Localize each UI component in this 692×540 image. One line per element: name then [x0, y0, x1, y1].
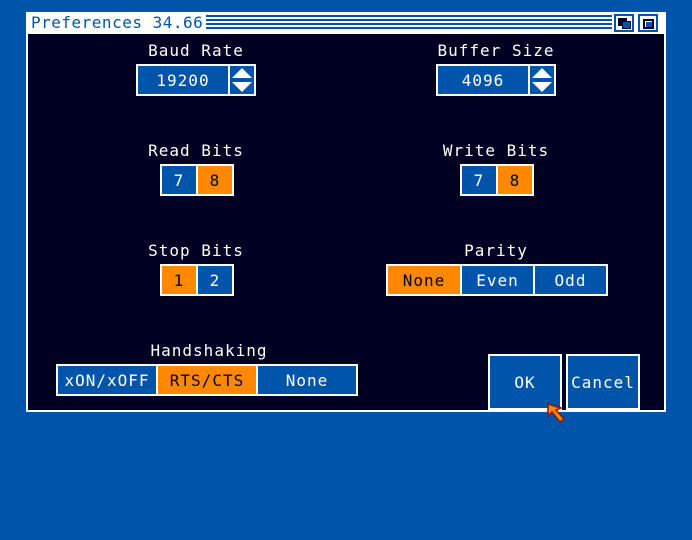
buffer-size-label: Buffer Size — [437, 41, 555, 60]
cancel-button[interactable]: Cancel — [566, 354, 640, 410]
baud-rate-value: 19200 — [156, 70, 210, 90]
handshaking-option-none[interactable]: None — [258, 366, 356, 394]
baud-rate-spinner[interactable] — [230, 64, 256, 96]
buffer-size-field[interactable]: 4096 — [436, 64, 530, 96]
handshaking-option-xon-xoff[interactable]: xON/xOFF — [58, 366, 156, 394]
window-title: Preferences 34.66 — [28, 14, 207, 32]
parity-label: Parity — [464, 241, 528, 260]
up-down-arrows-icon — [532, 68, 552, 92]
stop-bits-selector: 1 2 — [160, 264, 234, 296]
parity-option-none[interactable]: None — [388, 266, 460, 294]
handshaking-selector: xON/xOFF RTS/CTS None — [56, 364, 358, 396]
parity-option-even[interactable]: Even — [462, 266, 533, 294]
stop-bits-label: Stop Bits — [148, 241, 244, 260]
parity-option-odd[interactable]: Odd — [535, 266, 606, 294]
depth-gadget-icon[interactable] — [614, 14, 634, 32]
title-bar-drag-area[interactable] — [200, 15, 612, 31]
stop-bits-option-2[interactable]: 2 — [198, 266, 232, 294]
read-bits-option-7[interactable]: 7 — [162, 166, 196, 194]
buffer-size-value: 4096 — [461, 70, 505, 90]
buffer-size-spinner[interactable] — [530, 64, 556, 96]
read-bits-label: Read Bits — [148, 141, 244, 160]
write-bits-option-8[interactable]: 8 — [498, 166, 532, 194]
baud-rate-field[interactable]: 19200 — [136, 64, 230, 96]
handshaking-option-rts-cts[interactable]: RTS/CTS — [158, 366, 256, 394]
read-bits-selector: 7 8 — [160, 164, 234, 196]
up-down-arrows-icon — [232, 68, 252, 92]
write-bits-option-7[interactable]: 7 — [462, 166, 496, 194]
stop-bits-option-1[interactable]: 1 — [162, 266, 196, 294]
baud-rate-label: Baud Rate — [148, 41, 244, 60]
read-bits-option-8[interactable]: 8 — [198, 166, 232, 194]
parity-selector: None Even Odd — [386, 264, 608, 296]
write-bits-selector: 7 8 — [460, 164, 534, 196]
handshaking-label: Handshaking — [150, 341, 268, 360]
write-bits-label: Write Bits — [442, 141, 550, 160]
zoom-gadget-icon[interactable] — [638, 14, 658, 32]
preferences-window — [26, 12, 666, 412]
ok-button-label: OK — [514, 372, 536, 392]
cancel-button-label: Cancel — [571, 372, 635, 392]
mouse-pointer-icon — [547, 402, 566, 424]
